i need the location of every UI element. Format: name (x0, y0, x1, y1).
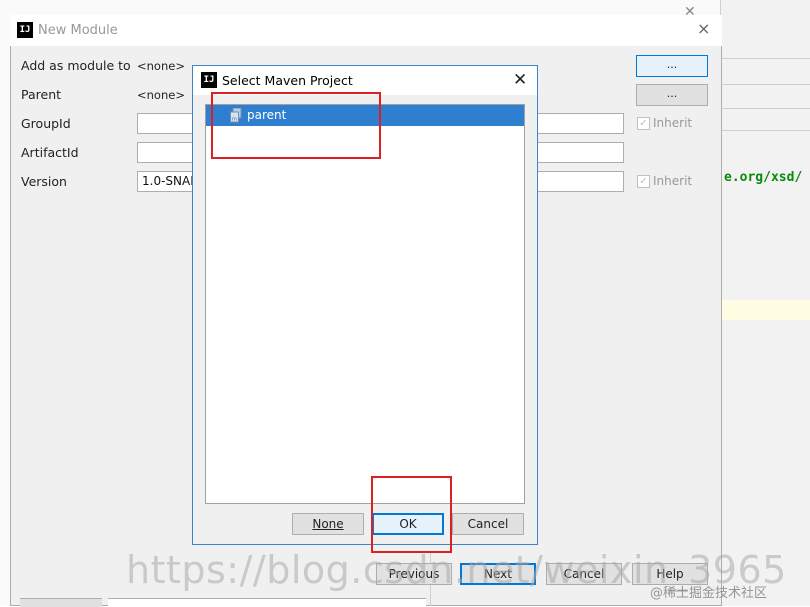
groupid-inherit-checkbox[interactable]: ✓ (637, 117, 650, 130)
editor-divider (722, 84, 810, 85)
none-button[interactable]: None (292, 513, 364, 535)
editor-divider (722, 130, 810, 131)
version-inherit-label: Inherit (653, 174, 693, 188)
parent-label: Parent (21, 87, 62, 102)
maven-cancel-button[interactable]: Cancel (452, 513, 524, 535)
editor-code-snippet: e.org/xsd/ (724, 170, 803, 185)
select-maven-title: Select Maven Project (222, 73, 353, 88)
parent-browse-button[interactable]: ... (636, 84, 708, 106)
groupid-label: GroupId (21, 116, 71, 131)
version-inherit-checkbox[interactable]: ✓ (637, 175, 650, 188)
add-as-module-browse-button[interactable]: ... (636, 55, 708, 77)
new-module-close-icon[interactable]: × (697, 19, 710, 38)
watermark-brand: @稀土掘金技术社区 (650, 586, 768, 601)
annotation-highlight-ok (371, 476, 452, 553)
parent-value: <none> (137, 88, 185, 102)
intellij-logo-icon: IJ (17, 22, 33, 38)
new-module-title: New Module (38, 23, 118, 38)
editor-line-highlight (722, 300, 810, 320)
none-button-label: None (312, 517, 344, 531)
groupid-inherit-label: Inherit (653, 116, 693, 130)
maven-project-tree[interactable] (205, 104, 525, 504)
intellij-logo-icon: IJ (201, 72, 217, 88)
add-as-module-value: <none> (137, 59, 185, 73)
add-as-module-label: Add as module to (21, 58, 131, 73)
select-maven-close-icon[interactable]: ✕ (513, 70, 527, 90)
editor-divider (722, 58, 810, 59)
artifactid-label: ArtifactId (21, 145, 79, 160)
version-label: Version (21, 174, 67, 189)
annotation-highlight-parent (211, 92, 381, 159)
editor-divider (722, 108, 810, 109)
